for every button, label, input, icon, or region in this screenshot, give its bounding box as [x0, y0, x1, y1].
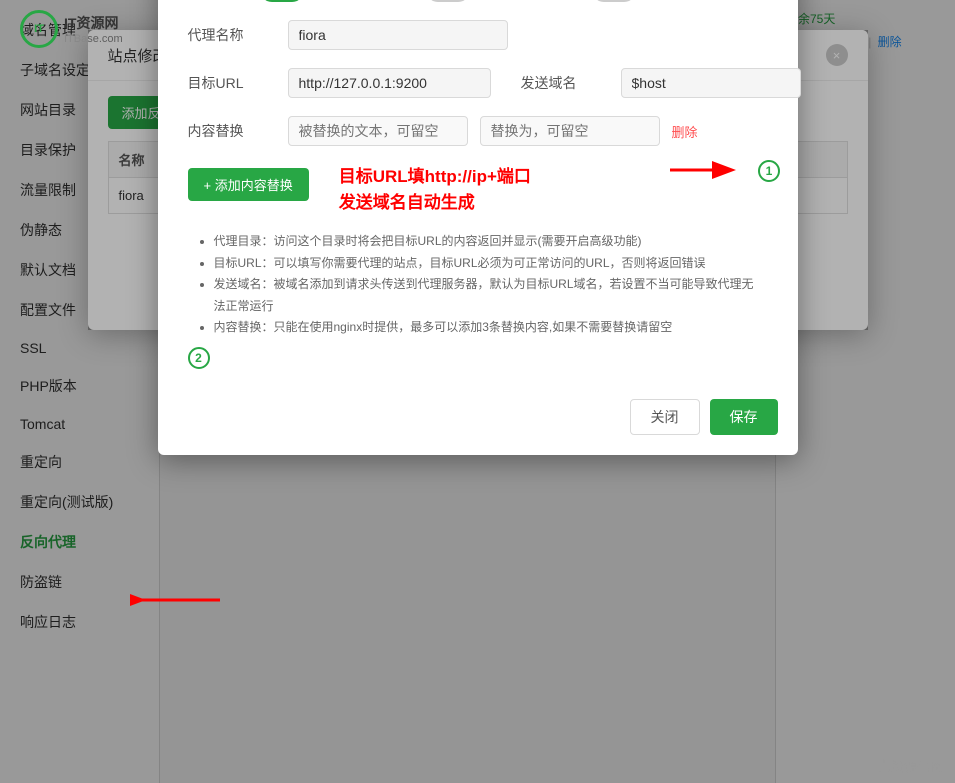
info-item-2: 目标URL：可以填写你需要代理的站点，目标URL必须为可正常访问的URL，否则将…: [214, 253, 758, 275]
badge-2: 2: [188, 347, 210, 369]
outer-modal-overlay: 站点修改[chat.lingn.top] -- 添加时间[2020-08-21 …: [0, 0, 955, 783]
inner-modal-body: 开启代理 开启缓存 高级功能: [158, 0, 798, 389]
cache-toggle-group: 开启缓存: [354, 0, 470, 2]
it-logo-circle: IT: [20, 10, 58, 48]
advanced-toggle-slider[interactable]: [592, 0, 636, 2]
content-replace-fields: 删除: [288, 116, 698, 146]
advanced-toggle-group: 高级功能: [520, 0, 636, 2]
content-replace-row: 内容替换 删除: [188, 116, 768, 146]
url-domain-row: 目标URL 发送域名: [188, 68, 768, 98]
info-item-1: 代理目录：访问这个目录时将会把目标URL的内容返回并显示(需要开启高级功能): [214, 231, 758, 253]
delete-replace-button[interactable]: 删除: [672, 122, 698, 141]
add-replace-button[interactable]: + 添加内容替换: [188, 168, 309, 201]
proxy-toggle-slider[interactable]: [260, 0, 304, 2]
cache-toggle-slider[interactable]: [426, 0, 470, 2]
proxy-toggle-group: 开启代理: [188, 0, 304, 2]
proxy-name-row: 代理名称: [188, 20, 768, 50]
annotation-line1: 目标URL填http://ip+端口: [339, 164, 531, 190]
proxy-toggle[interactable]: [260, 0, 304, 2]
send-domain-input[interactable]: [621, 68, 801, 98]
close-modal-button[interactable]: 关闭: [630, 399, 700, 435]
cache-toggle[interactable]: [426, 0, 470, 2]
target-url-input[interactable]: [288, 68, 491, 98]
info-item-4: 内容替换：只能在使用nginx时提供，最多可以添加3条替换内容,如果不需要替换请…: [214, 317, 758, 339]
inner-modal-footer: 关闭 保存: [158, 389, 798, 435]
send-domain-label: 发送域名: [521, 73, 591, 93]
inner-modal-overlay: 修改反向代理[fiora] × 开启代理 开启缓存: [88, 30, 868, 330]
outer-modal: 站点修改[chat.lingn.top] -- 添加时间[2020-08-21 …: [88, 30, 868, 330]
target-url-label: 目标URL: [188, 73, 258, 93]
proxy-name-input[interactable]: [288, 20, 508, 50]
toggles-row: 开启代理 开启缓存 高级功能: [188, 0, 768, 2]
info-list: 代理目录：访问这个目录时将会把目标URL的内容返回并显示(需要开启高级功能) 目…: [188, 231, 768, 339]
inner-modal: 修改反向代理[fiora] × 开启代理 开启缓存: [158, 0, 798, 455]
info-item-3: 发送域名：被域名添加到请求头传送到代理服务器，默认为目标URL域名，若设置不当可…: [214, 274, 758, 317]
annotation-line2: 发送域名自动生成: [339, 190, 531, 216]
advanced-toggle[interactable]: [592, 0, 636, 2]
save-button[interactable]: 保存: [710, 399, 778, 435]
proxy-name-label: 代理名称: [188, 25, 258, 45]
content-replace-label: 内容替换: [188, 121, 258, 141]
replace-to-input[interactable]: [480, 116, 660, 146]
bottom-watermark: 力资源码网: [878, 756, 943, 775]
badge2-row: 2: [188, 347, 768, 369]
replace-from-input[interactable]: [288, 116, 468, 146]
add-replace-annotation-row: + 添加内容替换 目标URL填http://ip+端口 发送域名自动生成: [188, 164, 768, 215]
annotation-box: 目标URL填http://ip+端口 发送域名自动生成: [339, 164, 531, 215]
